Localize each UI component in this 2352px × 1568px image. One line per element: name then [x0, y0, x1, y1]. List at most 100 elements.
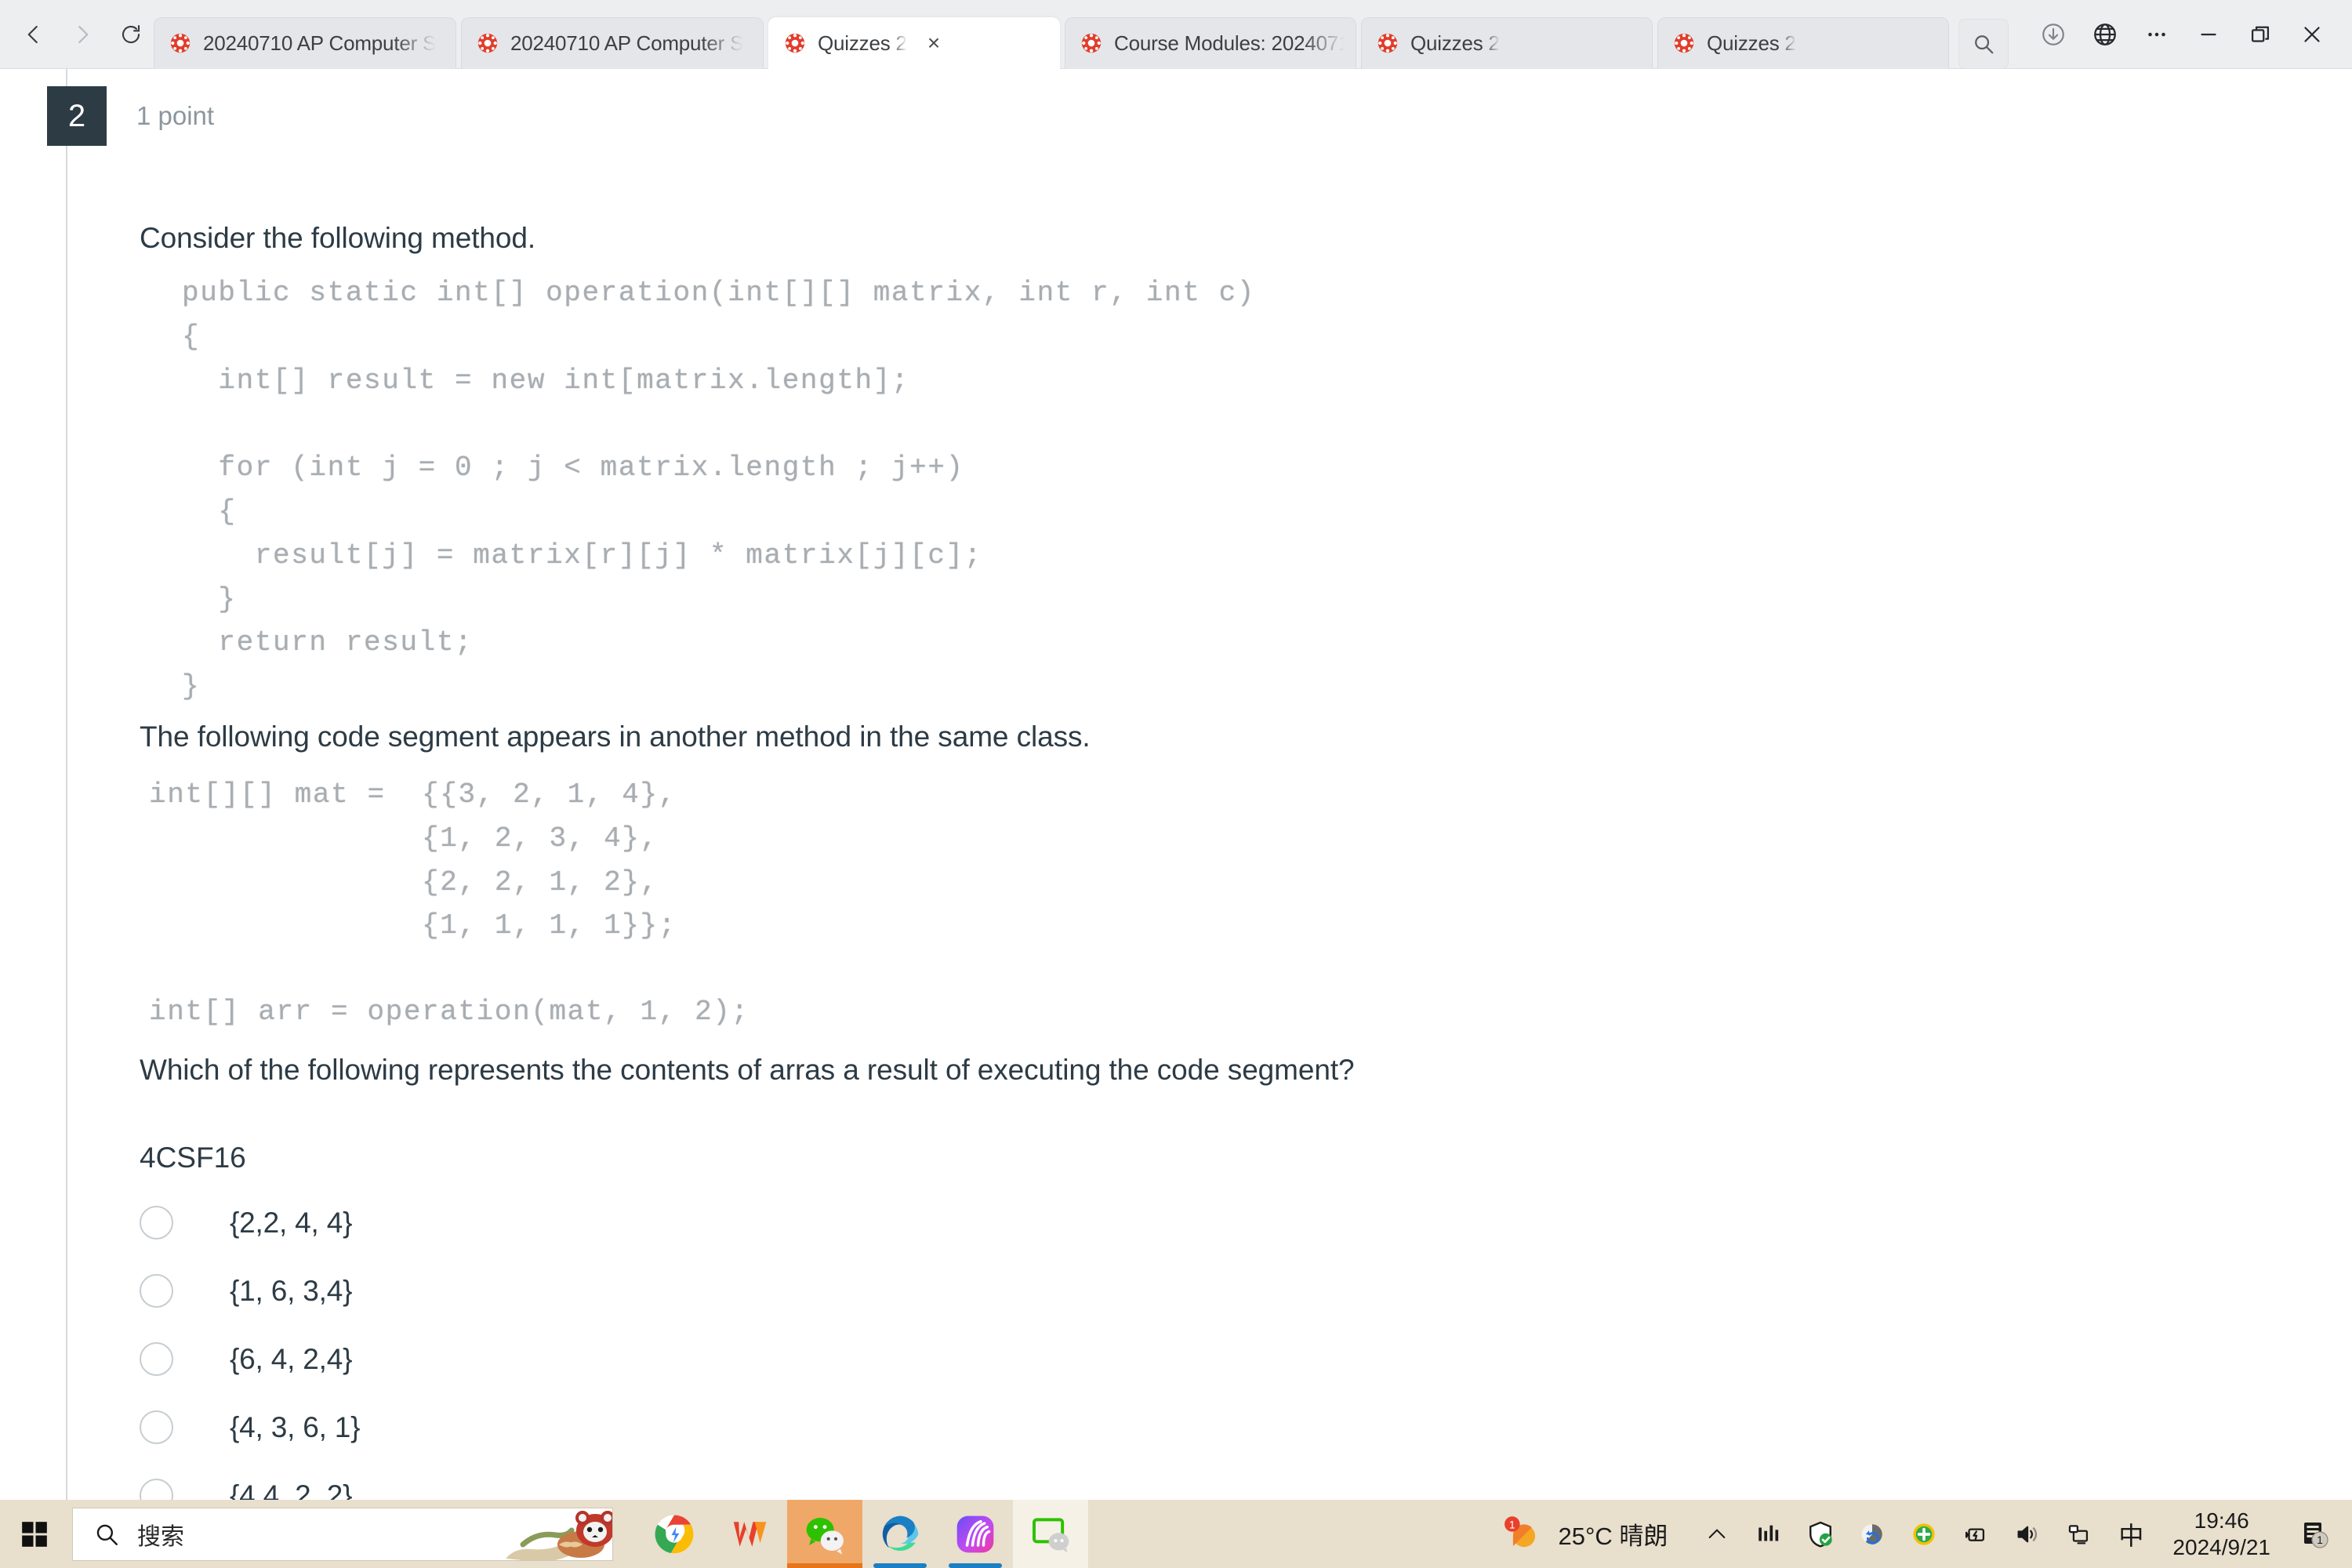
search-icon [96, 1524, 118, 1545]
radio-button-icon[interactable] [140, 1274, 173, 1308]
browser-tab-2[interactable]: 20240710 AP Computer S [461, 16, 764, 69]
browser-tab-5[interactable]: Quizzes 2 [1361, 16, 1653, 69]
taskbar-clock[interactable]: 19:46 2024/9/21 [2157, 1508, 2285, 1559]
monitor-network-icon [2069, 1524, 2089, 1544]
browser-tab-3-active[interactable]: Quizzes 2 × [768, 16, 1060, 69]
radio-button-icon[interactable] [140, 1479, 173, 1500]
sync-icon [1862, 1523, 1883, 1544]
page-left-rule [66, 69, 67, 1500]
microsoft-edge-icon [882, 1515, 919, 1551]
answer-option[interactable]: {2,2, 4, 4} [140, 1189, 1237, 1257]
code-block-operation-call: int[] arr = operation(mat, 1, 2); [149, 996, 750, 1028]
taskbar-weather-widget[interactable]: 1 25°C 晴朗 [1504, 1514, 1692, 1555]
tray-icon-sync[interactable] [1846, 1500, 1898, 1568]
tray-icon-antivirus[interactable] [1898, 1500, 1950, 1568]
wps-office-icon [733, 1521, 767, 1547]
taskbar-app-edge[interactable] [862, 1500, 938, 1568]
weather-badge-count: 1 [1508, 1518, 1515, 1530]
quark-browser-icon [956, 1515, 994, 1552]
taskbar-app-wps[interactable] [712, 1500, 787, 1568]
tray-icon-ime[interactable]: 中 [2105, 1500, 2157, 1568]
canvas-lms-icon [170, 33, 191, 53]
notification-center-icon: 1 [2304, 1522, 2328, 1548]
window-controls [2027, 0, 2352, 69]
tray-icon-network-monitor[interactable] [1743, 1500, 1795, 1568]
browser-tab-1[interactable]: 20240710 AP Computer S [154, 16, 456, 69]
close-window-button[interactable] [2286, 9, 2338, 60]
question-header: 2 1 point [47, 86, 214, 146]
taskbar-app-wechat-devtools[interactable] [1013, 1500, 1088, 1568]
question-number-badge: 2 [47, 86, 107, 146]
running-indicator [787, 1563, 862, 1568]
taskbar-search-box[interactable]: 搜索 [72, 1507, 613, 1561]
wechat-devtools-icon [1033, 1517, 1069, 1552]
tray-icon-windows-security[interactable] [1795, 1500, 1846, 1568]
canvas-lms-icon [477, 33, 498, 53]
globe-button[interactable] [2079, 9, 2131, 60]
tray-icon-battery[interactable] [1950, 1500, 2002, 1568]
browser-tab-title: Course Modules: 2024071 [1114, 31, 1345, 55]
question-prompt-1: Consider the following method. [140, 222, 536, 254]
ime-chinese-icon: 中 [2118, 1520, 2144, 1551]
forward-button[interactable] [60, 12, 105, 57]
green-plus-shield-icon [1913, 1523, 1936, 1545]
clock-time: 19:46 [2194, 1508, 2249, 1534]
start-button[interactable] [0, 1500, 69, 1568]
minimize-button[interactable] [2183, 9, 2234, 60]
taskbar-app-wechat[interactable] [787, 1500, 862, 1568]
code-block-method: public static int[] operation(int[][] ma… [182, 277, 1256, 703]
downloads-button[interactable] [2027, 9, 2079, 60]
canvas-lms-icon [785, 33, 805, 53]
radio-button-icon[interactable] [140, 1342, 173, 1376]
answer-option-label: {1, 6, 3,4} [230, 1274, 353, 1307]
globe-icon [2094, 23, 2116, 45]
red-panda-icon [506, 1510, 612, 1560]
more-options-button[interactable] [2131, 9, 2183, 60]
minimize-icon [2201, 33, 2216, 35]
answer-option[interactable]: {4,4, 2, 2} [140, 1461, 1237, 1500]
windows-taskbar: 搜索 1 25°C 晴朗 中 19:46 2024/9/21 1 [0, 1500, 2352, 1568]
weather-text: 25°C 晴朗 [1558, 1523, 1668, 1550]
running-indicator [949, 1563, 1002, 1568]
browser-tab-6[interactable]: Quizzes 2 [1657, 16, 1949, 69]
taskbar-app-quark[interactable] [938, 1500, 1013, 1568]
question-prompt-3: Which of the following represents the co… [140, 1054, 1355, 1086]
show-hidden-icons-button[interactable] [1691, 1500, 1743, 1568]
taskbar-app-chrome[interactable] [637, 1500, 712, 1568]
taskbar-search-placeholder: 搜索 [137, 1523, 184, 1550]
answer-option[interactable]: {6, 4, 2,4} [140, 1325, 1237, 1393]
notification-count: 1 [2317, 1534, 2323, 1546]
radio-button-icon[interactable] [140, 1410, 173, 1444]
browser-tab-4[interactable]: Course Modules: 2024071 [1065, 16, 1356, 69]
browser-tab-title: Quizzes 2 [1707, 31, 1796, 55]
chevron-left-icon [27, 25, 38, 43]
browser-nav-buttons [0, 12, 154, 57]
reload-button[interactable] [108, 12, 154, 57]
tab-search-button[interactable] [1958, 18, 2009, 69]
answer-option[interactable]: {1, 6, 3,4} [140, 1257, 1237, 1325]
notification-center-button[interactable]: 1 [2285, 1500, 2344, 1568]
canvas-lms-icon [1377, 33, 1398, 53]
radio-button-icon[interactable] [140, 1206, 173, 1240]
chevron-right-icon [78, 25, 89, 43]
browser-tabs: 20240710 AP Computer S 20240710 AP Compu… [154, 0, 2009, 69]
browser-tab-title: Quizzes 2 [1410, 31, 1500, 55]
more-options-icon [2148, 32, 2165, 36]
restore-button[interactable] [2234, 9, 2286, 60]
shield-check-icon [1809, 1521, 1833, 1548]
system-tray: 1 25°C 晴朗 中 19:46 2024/9/21 1 [1504, 1500, 2352, 1568]
close-tab-button[interactable]: × [927, 32, 940, 54]
tray-icon-network[interactable] [2053, 1500, 2105, 1568]
sun-partly-cloudy-icon: 1 [1504, 1515, 1535, 1547]
tray-icon-volume[interactable] [2002, 1500, 2053, 1568]
answer-option-label: {4, 3, 6, 1} [230, 1410, 361, 1443]
question-prompt-2: The following code segment appears in an… [140, 720, 1091, 753]
signal-bars-icon [1759, 1525, 1779, 1541]
wechat-icon [806, 1517, 844, 1555]
running-indicator [873, 1563, 927, 1568]
quiz-page: 2 1 point Consider the following method.… [0, 69, 2352, 1500]
question-points-label: 1 point [136, 101, 215, 130]
chrome-icon [655, 1515, 694, 1553]
answer-option[interactable]: {4, 3, 6, 1} [140, 1393, 1237, 1461]
back-button[interactable] [11, 12, 56, 57]
